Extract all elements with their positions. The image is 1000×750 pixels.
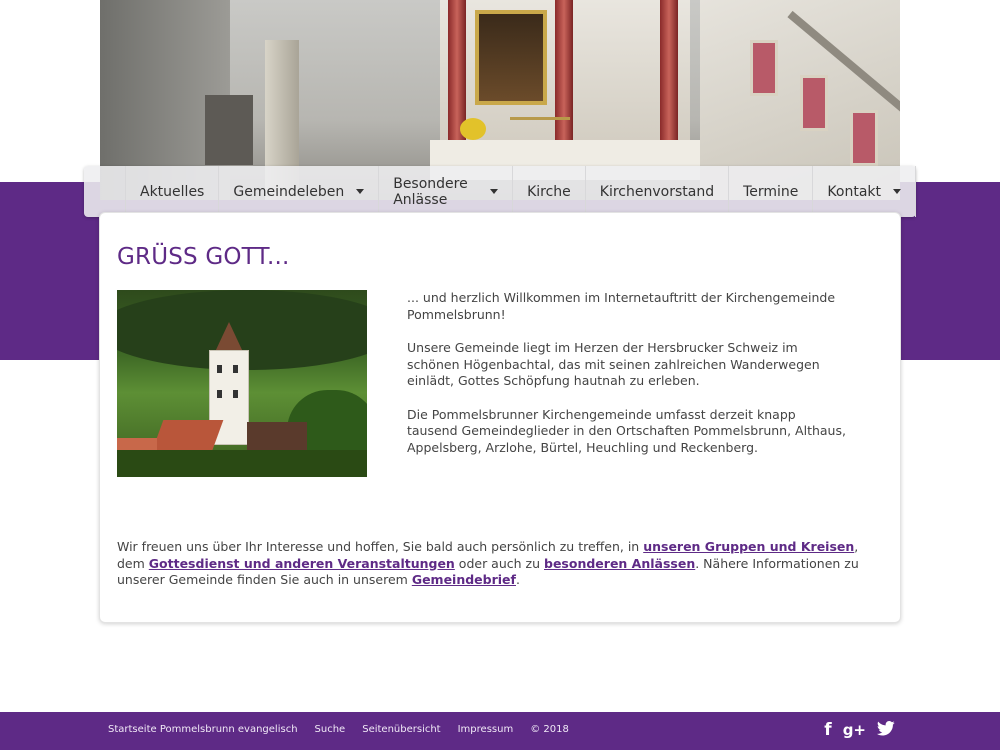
nav-item-gemeindeleben[interactable]: Gemeindeleben	[219, 166, 380, 217]
nav-item-label: Gemeindeleben	[233, 183, 345, 200]
twitter-icon[interactable]	[877, 720, 895, 740]
caret-down-icon	[490, 189, 499, 194]
footer-link-startseite[interactable]: Startseite Pommelsbrunn evangelisch	[108, 724, 298, 735]
nav-item-aktuelles[interactable]: Aktuelles	[125, 166, 220, 217]
outro-text: oder auch zu	[454, 555, 544, 571]
nav-item-kirche[interactable]: Kirche	[513, 166, 586, 217]
page-title: GRÜSS GOTT...	[117, 244, 290, 270]
footer-links: Startseite Pommelsbrunn evangelisch Such…	[108, 724, 586, 735]
content-card: GRÜSS GOTT... ... und herzlich Willkomme…	[99, 212, 901, 623]
footer-copyright: © 2018	[530, 724, 569, 735]
outro-text: .	[515, 572, 520, 587]
googleplus-icon[interactable]: g+	[843, 721, 866, 739]
nav-item-label: Kirchenvorstand	[599, 183, 715, 200]
social-links: f g+	[824, 720, 895, 740]
link-gruppen-und-kreise[interactable]: unseren Gruppen und Kreisen	[643, 539, 854, 554]
intro-paragraph: Die Pommelsbrunner Kirchengemeinde umfas…	[407, 406, 846, 455]
nav-item-termine[interactable]: Termine	[729, 166, 814, 217]
intro-paragraph: ... und herzlich Willkommen im Interneta…	[407, 290, 836, 322]
caret-down-icon	[356, 189, 365, 194]
intro-text: ... und herzlich Willkommen im Interneta…	[407, 290, 847, 473]
link-gottesdienst-veranstaltungen[interactable]: Gottesdienst und anderen Veranstaltungen	[149, 556, 455, 571]
nav-item-label: Aktuelles	[140, 183, 205, 200]
nav-item-label: Besondere Anlässe	[393, 175, 468, 208]
nav-item-besondere-anlaesse[interactable]: Besondere Anlässe	[379, 166, 514, 217]
outro-paragraph: Wir freuen uns über Ihr Interesse und ho…	[117, 539, 877, 589]
link-besondere-anlaesse[interactable]: besonderen Anlässen	[544, 556, 695, 571]
footer-link-impressum[interactable]: Impressum	[458, 724, 514, 735]
outro-text: Wir freuen uns über Ihr Interesse und ho…	[117, 539, 644, 554]
facebook-icon[interactable]: f	[824, 720, 831, 740]
footer: Startseite Pommelsbrunn evangelisch Such…	[0, 712, 1000, 750]
nav-item-label: Termine	[743, 183, 799, 200]
link-gemeindebrief[interactable]: Gemeindebrief	[412, 572, 516, 587]
intro-paragraph: Unsere Gemeinde liegt im Herzen der Hers…	[407, 340, 820, 388]
nav-item-kontakt[interactable]: Kontakt	[813, 166, 916, 217]
footer-link-suche[interactable]: Suche	[315, 724, 346, 735]
main-navigation: Aktuelles Gemeindeleben Besondere Anläss…	[84, 166, 916, 217]
nav-item-label: Kontakt	[827, 183, 881, 200]
footer-link-seitenuebersicht[interactable]: Seitenübersicht	[362, 724, 440, 735]
nav-item-kirchenvorstand[interactable]: Kirchenvorstand	[586, 166, 730, 217]
nav-item-label: Kirche	[527, 183, 571, 200]
caret-down-icon	[893, 189, 901, 194]
church-village-image	[117, 290, 367, 477]
